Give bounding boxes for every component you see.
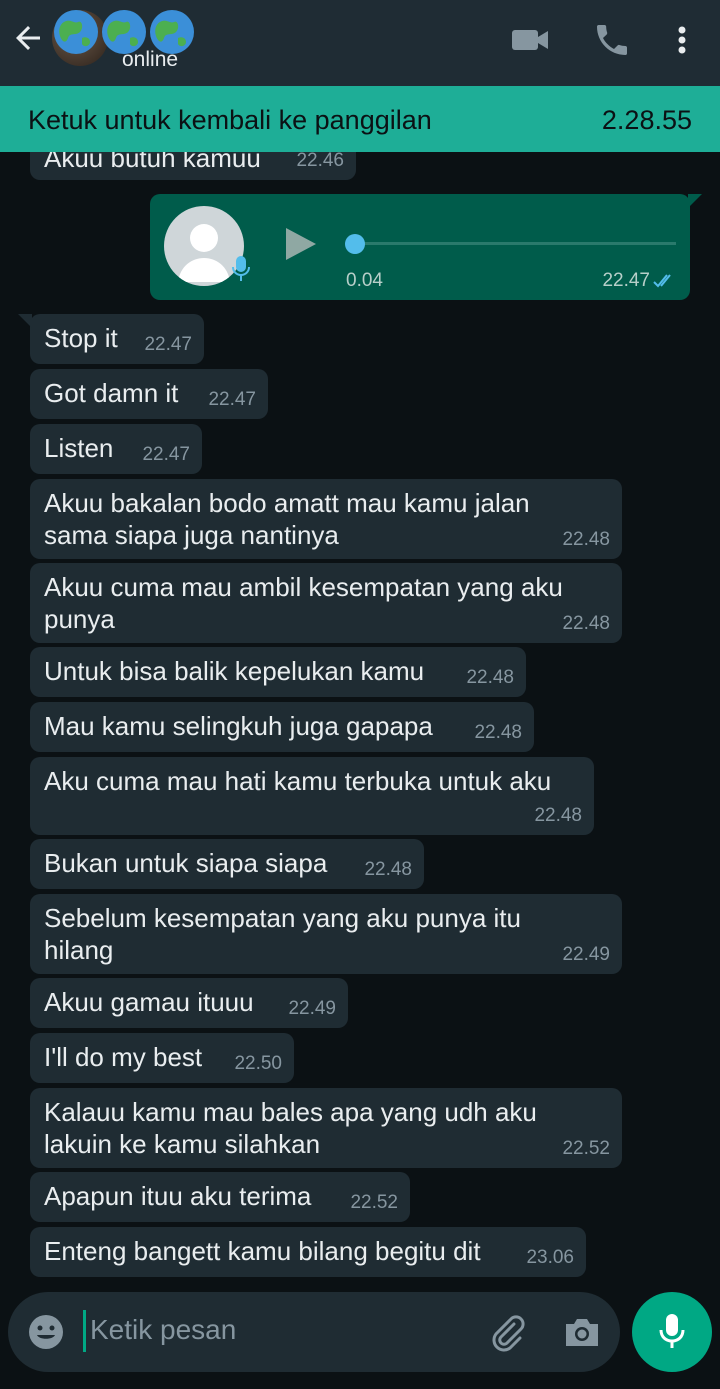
play-icon[interactable] [280, 224, 320, 264]
bubble-tail [688, 194, 702, 208]
phone-icon[interactable] [590, 20, 634, 60]
video-call-icon[interactable] [508, 20, 552, 60]
message-time: 22.52 [562, 1138, 610, 1159]
message-bubble[interactable]: Enteng bangett kamu bilang begitu dit 23… [30, 1227, 586, 1277]
voice-duration: 0.04 [346, 270, 383, 291]
message-bubble[interactable]: Stop it 22.47 [18, 314, 204, 364]
message-time: 22.48 [364, 859, 412, 880]
message-bubble[interactable]: Bukan untuk siapa siapa 22.48 [30, 839, 424, 889]
message-time: 22.47 [142, 444, 190, 465]
read-receipt-icon [653, 274, 671, 288]
message-bubble[interactable]: Akuu gamau ituuu 22.49 [30, 978, 348, 1028]
message-time: 22.49 [288, 998, 336, 1019]
call-duration: 2.28.55 [601, 105, 692, 135]
return-to-call-label: Ketuk untuk kembali ke panggilan [28, 105, 432, 135]
message-list[interactable]: Akuu butuh kamuu 22.46 0.04 22.47 Stop i… [0, 152, 720, 1282]
voice-note-message[interactable]: 0.04 22.47 [150, 194, 702, 300]
more-vert-icon[interactable] [660, 20, 704, 60]
message-bubble[interactable]: Untuk bisa balik kepelukan kamu 22.48 [30, 647, 526, 697]
message-text: Akuu bakalan bodo amatt mau kamu jalan s… [44, 488, 530, 550]
chat-header: online [0, 0, 720, 86]
message-bubble[interactable]: Sebelum kesempatan yang aku punya itu hi… [30, 894, 622, 974]
message-time: 22.48 [466, 667, 514, 688]
message-text: Apapun ituu aku terima [44, 1181, 312, 1211]
message-bubble[interactable]: Akuu cuma mau ambil kesempatan yang aku … [30, 563, 622, 643]
message-time: 22.47 [208, 389, 256, 410]
message-bubble[interactable]: Got damn it 22.47 [30, 369, 268, 419]
contact-status: online [122, 48, 179, 71]
message-time: 22.48 [474, 722, 522, 743]
message-time: 22.52 [350, 1192, 398, 1213]
text-cursor [83, 1310, 86, 1352]
message-time: 22.49 [562, 944, 610, 965]
message-time: 22.50 [234, 1053, 282, 1074]
message-time: 22.48 [562, 529, 610, 550]
message-bubble[interactable]: Akuu butuh kamuu 22.46 [30, 152, 356, 180]
message-input[interactable]: Ketik pesan [90, 1314, 236, 1346]
return-to-call-banner[interactable]: Ketuk untuk kembali ke panggilan 2.28.55 [0, 86, 720, 152]
voice-progress-track[interactable] [350, 242, 676, 245]
message-text: Enteng bangett kamu bilang begitu dit [44, 1236, 481, 1266]
mic-badge-icon [232, 256, 250, 281]
message-time: 22.48 [562, 613, 610, 634]
message-time: 22.46 [296, 152, 344, 171]
message-text: Bukan untuk siapa siapa [44, 848, 328, 878]
message-time: 22.47 [602, 270, 650, 291]
back-arrow-icon[interactable] [10, 20, 46, 56]
message-time: 22.48 [534, 805, 582, 826]
message-bubble[interactable]: Apapun ituu aku terima 22.52 [30, 1172, 410, 1222]
voice-record-button[interactable] [632, 1292, 712, 1372]
message-text: Mau kamu selingkuh juga gapapa [44, 711, 433, 741]
message-bubble[interactable]: Kalauu kamu mau bales apa yang udh aku l… [30, 1088, 622, 1168]
paperclip-icon[interactable] [486, 1312, 526, 1352]
message-bubble[interactable]: Akuu bakalan bodo amatt mau kamu jalan s… [30, 479, 622, 559]
message-composer[interactable]: Ketik pesan [8, 1292, 620, 1372]
camera-icon[interactable] [560, 1312, 604, 1352]
voice-seek-handle[interactable] [345, 234, 365, 254]
message-time: 23.06 [526, 1247, 574, 1268]
message-bubble[interactable]: Mau kamu selingkuh juga gapapa 22.48 [30, 702, 534, 752]
message-text: Untuk bisa balik kepelukan kamu [44, 656, 425, 686]
message-bubble[interactable]: I'll do my best 22.50 [30, 1033, 294, 1083]
message-text: Akuu cuma mau ambil kesempatan yang aku … [44, 572, 563, 634]
message-time: 22.47 [144, 334, 192, 355]
emoji-icon[interactable] [26, 1312, 66, 1352]
bubble-tail [18, 314, 32, 328]
message-text: Aku cuma mau hati kamu terbuka untuk aku [44, 766, 552, 796]
message-text: Sebelum kesempatan yang aku punya itu hi… [44, 903, 521, 965]
mic-icon [659, 1314, 685, 1348]
message-bubble[interactable]: Aku cuma mau hati kamu terbuka untuk aku… [30, 757, 594, 835]
globe-emoji-icon [54, 10, 98, 54]
message-bubble[interactable]: Listen 22.47 [30, 424, 202, 474]
message-text: Kalauu kamu mau bales apa yang udh aku l… [44, 1097, 537, 1159]
